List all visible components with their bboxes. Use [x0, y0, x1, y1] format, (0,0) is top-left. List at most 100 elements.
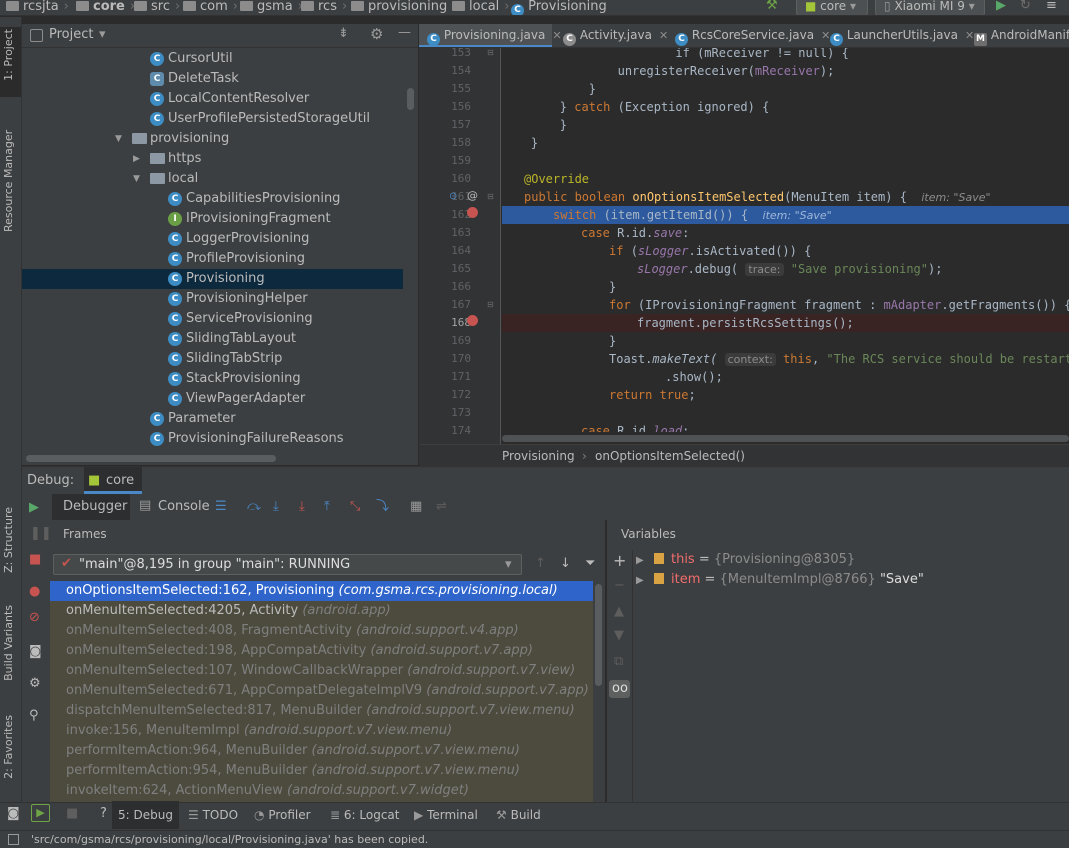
close-icon[interactable]: ✕	[965, 29, 974, 42]
layout-icon[interactable]: ☰	[215, 499, 227, 515]
crumb-provisioning[interactable]: provisioning›	[351, 0, 457, 15]
tab-profiler[interactable]: ◔ Profiler	[254, 801, 311, 829]
run-to-cursor-icon[interactable]: ⤵	[376, 499, 389, 515]
tree-item[interactable]: C ProvisioningFailureReasons	[22, 429, 403, 449]
tree-item-selected[interactable]: C Provisioning	[22, 269, 403, 289]
frame-row[interactable]: onMenuItemSelected:107, WindowCallbackWr…	[50, 661, 593, 681]
remove-watch-icon[interactable]: −	[614, 578, 625, 594]
step-out-icon[interactable]: ⤒	[324, 499, 330, 515]
tree-item[interactable]: C UserProfilePersistedStorageUtil	[22, 109, 403, 129]
next-frame-icon[interactable]: ↓	[560, 556, 571, 572]
tree-item[interactable]: I IProvisioningFragment	[22, 209, 403, 229]
crumb-gsma[interactable]: gsma›	[240, 0, 303, 15]
expanded-arrow-icon[interactable]: ▼	[115, 129, 122, 149]
camera-icon[interactable]: ◙	[29, 644, 42, 660]
crumb-provisioning-class[interactable]: C Provisioning	[511, 0, 607, 15]
move-up-icon[interactable]: ▲	[614, 604, 624, 620]
tree-item[interactable]: C ServiceProvisioning	[22, 309, 403, 329]
tab-terminal[interactable]: ▶ Terminal	[414, 801, 478, 829]
mute-breakpoints-icon[interactable]: ⊘	[29, 610, 40, 626]
tab-activity-java[interactable]: C Activity.java ✕	[561, 24, 668, 47]
filter-icon[interactable]: ⏷	[585, 556, 595, 572]
drop-frame-icon[interactable]: ⤡	[350, 499, 360, 515]
pin-icon[interactable]: ⚲	[29, 708, 39, 724]
tab-todo[interactable]: ☰ TODO	[188, 801, 238, 829]
step-into-icon[interactable]: ⤓	[273, 499, 279, 515]
frame-row[interactable]: invokeItem:624, ActionMenuView (android.…	[50, 781, 593, 802]
frame-row[interactable]: performItemAction:964, MenuBuilder (andr…	[50, 741, 593, 761]
tree-item[interactable]: C LoggerProvisioning	[22, 229, 403, 249]
apply-changes-icon[interactable]: ↻	[1020, 0, 1031, 14]
expanded-arrow-icon[interactable]: ▼	[133, 169, 140, 189]
variable-row[interactable]: ▶ item = {MenuItemImpl@8766} "Save"	[635, 570, 1065, 590]
variable-row[interactable]: ▶ this = {Provisioning@8305}	[635, 550, 1065, 570]
previous-frame-icon[interactable]: ↑	[535, 556, 546, 572]
hide-icon[interactable]: —	[398, 25, 411, 40]
pause-icon[interactable]: ❚❚	[30, 526, 52, 542]
frames-scrollbar[interactable]	[595, 584, 602, 686]
tree-item[interactable]: C LocalContentResolver	[22, 89, 403, 109]
run-icon[interactable]: ▶	[996, 0, 1006, 14]
add-watch-icon[interactable]: +	[613, 553, 626, 569]
thread-select[interactable]: ✔ "main"@8,195 in group "main": RUNNING …	[53, 554, 522, 575]
evaluate-icon[interactable]: ▦	[410, 499, 422, 515]
tree-item[interactable]: C ProvisioningHelper	[22, 289, 403, 309]
copy-icon[interactable]: ⧉	[614, 654, 623, 670]
tree-item[interactable]: C CapabilitiesProvisioning	[22, 189, 403, 209]
tab-console[interactable]: Console	[158, 499, 210, 514]
tree-item[interactable]: C StackProvisioning	[22, 369, 403, 389]
tab-logcat[interactable]: ≣ 6: Logcat	[330, 801, 399, 829]
window-icon[interactable]	[8, 834, 19, 845]
play-icon[interactable]: ▶	[31, 804, 50, 822]
close-icon[interactable]: ✕	[821, 29, 830, 42]
fold-icon[interactable]: ⊟	[487, 48, 494, 57]
device-select[interactable]: ▯ Xiaomi MI 9 ▾	[875, 0, 985, 15]
breadcrumb-class[interactable]: Provisioning	[502, 445, 575, 467]
stop-icon[interactable]: ■	[66, 806, 78, 822]
resource-manager-tab[interactable]: Resource Manager	[2, 117, 15, 232]
favorites-tab[interactable]: 2: Favorites	[2, 715, 15, 779]
tab-debug[interactable]: 5: Debug	[112, 801, 179, 829]
tree-item-folder[interactable]: ▼ local	[22, 169, 403, 189]
tree-item-folder[interactable]: ▶ https	[22, 149, 403, 169]
code-editor[interactable]: if (mReceiver != null) { unregisterRecei…	[502, 48, 1069, 444]
expand-arrow-icon[interactable]: ▶	[636, 555, 644, 566]
tree-item[interactable]: C Parameter	[22, 409, 403, 429]
frame-row[interactable]: performItemAction:954, MenuBuilder (andr…	[50, 761, 593, 781]
step-over-icon[interactable]: ⤼	[247, 499, 261, 515]
fold-icon[interactable]: ⊟	[487, 300, 494, 309]
frame-row[interactable]: onMenuItemSelected:4205, Activity (andro…	[50, 601, 593, 621]
gear-icon[interactable]: ⚙	[370, 25, 383, 43]
tab-androidmanifest[interactable]: M AndroidManife	[974, 24, 1069, 47]
frame-row-selected[interactable]: onOptionsItemSelected:162, Provisioning …	[50, 581, 593, 601]
breadcrumb-method[interactable]: onOptionsItemSelected()	[595, 445, 745, 467]
crumb-com[interactable]: com ›	[183, 0, 238, 15]
help-icon[interactable]: ?	[100, 806, 107, 822]
camera-icon[interactable]: ◙	[7, 806, 20, 822]
crumb-local[interactable]: local ›	[452, 0, 510, 15]
breakpoint-icon[interactable]	[467, 207, 478, 218]
view-breakpoints-icon[interactable]: ●	[29, 584, 40, 600]
tree-item[interactable]: C SlidingTabLayout	[22, 329, 403, 349]
tree-item[interactable]: C DeleteTask	[22, 69, 403, 89]
collapsed-arrow-icon[interactable]: ▶	[133, 149, 140, 169]
override-gutter-icon[interactable]: ⊙	[449, 191, 457, 202]
close-icon[interactable]: ✕	[659, 29, 668, 42]
tree-item[interactable]: C CursorUtil	[22, 49, 403, 69]
hammer-icon[interactable]: ⚒	[766, 0, 778, 14]
tree-horizontal-scrollbar[interactable]	[26, 455, 276, 462]
resume-icon[interactable]: ▶	[29, 500, 39, 516]
move-down-icon[interactable]: ▼	[614, 628, 624, 644]
tab-rcscoreservice-java[interactable]: C RcsCoreService.java ✕	[675, 24, 830, 47]
tree-item[interactable]: C ProfileProvisioning	[22, 249, 403, 269]
tree-item[interactable]: C SlidingTabStrip	[22, 349, 403, 369]
menu-icon[interactable]: ≡	[1046, 0, 1057, 14]
crumb-rcsjta[interactable]: rcsjta ›	[6, 0, 69, 15]
breakpoint-icon[interactable]	[467, 315, 478, 326]
tab-launcherutils-java[interactable]: C LauncherUtils.java ✕	[830, 24, 974, 47]
tree-item[interactable]: C ViewPagerAdapter	[22, 389, 403, 409]
stop-icon[interactable]: ■	[29, 552, 41, 568]
run-config-select[interactable]: ■ core ▾	[796, 0, 868, 15]
frame-row[interactable]: onMenuItemSelected:408, FragmentActivity…	[50, 621, 593, 641]
gear-icon[interactable]: ⚙	[29, 676, 41, 692]
